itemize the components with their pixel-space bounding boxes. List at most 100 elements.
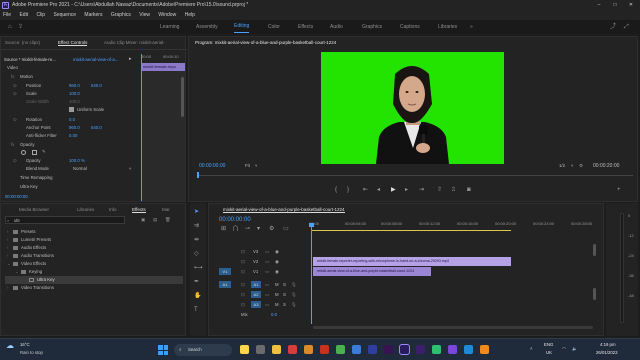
timeline-tab[interactable]: mixkit-aerial-view-of-a-blue-and-purple-… bbox=[223, 207, 345, 213]
app-icon[interactable] bbox=[304, 345, 313, 354]
microphone-icon[interactable]: 🎙 bbox=[291, 292, 296, 298]
track-label-a1[interactable]: A1 bbox=[251, 281, 261, 288]
weather-temp[interactable]: 16°C bbox=[20, 342, 30, 347]
track-select-icon[interactable]: ⇉ bbox=[194, 223, 199, 230]
ripple-edit-icon[interactable]: ⇹ bbox=[194, 237, 199, 244]
menu-view[interactable]: View bbox=[139, 12, 150, 18]
stopwatch-icon[interactable]: ⊙ bbox=[13, 117, 17, 123]
app-icon[interactable] bbox=[464, 345, 473, 354]
slip-tool-icon[interactable]: ⟷ bbox=[194, 265, 203, 272]
mark-in-icon[interactable]: { bbox=[335, 187, 337, 194]
position-x-value[interactable]: 960.0 bbox=[69, 83, 80, 88]
track-label-v3[interactable]: V3 bbox=[253, 249, 258, 254]
work-area-bar[interactable] bbox=[311, 230, 511, 231]
ellipse-mask-icon[interactable] bbox=[21, 150, 26, 155]
chevron-down-icon[interactable]: ▾ bbox=[571, 163, 573, 169]
microphone-icon[interactable]: 🎙 bbox=[291, 282, 296, 288]
timeline-h-scrollbar[interactable] bbox=[313, 326, 593, 329]
settings-wrench-icon[interactable]: ⚙ bbox=[269, 226, 274, 233]
tab-effects[interactable]: Effects bbox=[132, 207, 146, 213]
premiere-taskbar-icon[interactable] bbox=[384, 345, 393, 354]
clip-v1[interactable]: mixkit-aerial-view-of-a-blue-and-purple-… bbox=[313, 267, 431, 276]
lift-icon[interactable]: ⇧ bbox=[437, 187, 442, 194]
eye-icon[interactable]: ◉ bbox=[275, 259, 279, 265]
menu-edit[interactable]: Edit bbox=[19, 12, 28, 18]
tab-markers[interactable]: Mar bbox=[162, 207, 170, 212]
windows-start-icon[interactable] bbox=[158, 345, 168, 355]
fullscreen-icon[interactable]: ⤢ bbox=[624, 20, 629, 34]
file-explorer-icon[interactable] bbox=[272, 345, 281, 354]
sync-lock-icon[interactable]: ▭ bbox=[265, 249, 269, 255]
rotation-value[interactable]: 0.0 bbox=[69, 117, 75, 122]
mark-out-icon[interactable]: } bbox=[347, 187, 349, 194]
sync-lock-icon[interactable]: ▭ bbox=[265, 302, 269, 308]
new-bin-icon[interactable]: ▣ bbox=[141, 217, 145, 223]
folder-video-transitions[interactable]: › Video Transitions bbox=[5, 284, 183, 292]
position-y-value[interactable]: 540.0 bbox=[91, 83, 102, 88]
workspace-graphics[interactable]: Graphics bbox=[362, 20, 382, 34]
tab-audio-clip-mixer[interactable]: Audio Clip Mixer: mixkit-aerial- bbox=[104, 40, 165, 45]
program-timecode-left[interactable]: 00:00:00:00 bbox=[199, 163, 225, 169]
timeline-playhead[interactable] bbox=[311, 226, 312, 324]
menu-window[interactable]: Window bbox=[158, 12, 176, 18]
lock-icon[interactable]: ⊡ bbox=[241, 302, 245, 308]
captions-icon[interactable]: ▭ bbox=[283, 226, 289, 233]
task-view-icon[interactable] bbox=[256, 345, 265, 354]
app-icon[interactable] bbox=[480, 345, 489, 354]
folder-audio-effects[interactable]: › Audio Effects bbox=[5, 244, 183, 252]
add-button-icon[interactable]: + bbox=[617, 187, 621, 194]
ec-clip-bar[interactable]: mixkit-female-repo bbox=[141, 63, 185, 71]
home-icon[interactable]: ⌂ bbox=[8, 24, 12, 30]
solo-button[interactable]: S bbox=[283, 292, 286, 297]
linked-selection-icon[interactable]: ⊸ bbox=[245, 226, 250, 233]
app-icon[interactable] bbox=[416, 345, 425, 354]
resolution-dropdown[interactable]: 1/2 bbox=[559, 163, 565, 168]
tab-media-browser[interactable]: Media Browser bbox=[19, 207, 49, 212]
wifi-icon[interactable]: ◠ bbox=[562, 346, 566, 352]
stopwatch-icon[interactable]: ⊙ bbox=[13, 91, 17, 97]
workspace-captions[interactable]: Captions bbox=[400, 20, 420, 34]
pen-tool-icon[interactable]: ✒ bbox=[194, 279, 199, 286]
workspace-audio[interactable]: Audio bbox=[330, 20, 343, 34]
camera-icon[interactable]: ◙ bbox=[467, 187, 471, 194]
source-patch-a1[interactable]: A1 bbox=[219, 281, 231, 288]
play-icon[interactable]: ▸ bbox=[129, 57, 132, 62]
app-icon[interactable] bbox=[432, 345, 441, 354]
folder-audio-transitions[interactable]: › Audio Transitions bbox=[5, 252, 183, 260]
workspace-editing[interactable]: Editing bbox=[234, 20, 250, 33]
snap-icon[interactable]: ⋂ bbox=[233, 226, 238, 233]
stopwatch-icon[interactable]: ⊙ bbox=[13, 158, 17, 164]
program-title[interactable]: Program: mixkit-aerial-view-of-a-blue-an… bbox=[195, 40, 336, 45]
taskbar-search[interactable]: ⌕ Search bbox=[174, 344, 232, 356]
solo-button[interactable]: S bbox=[283, 282, 286, 287]
mute-button[interactable]: M bbox=[275, 302, 279, 307]
tab-info[interactable]: Info bbox=[109, 207, 117, 212]
antiflicker-value[interactable]: 0.00 bbox=[69, 133, 77, 138]
add-marker-icon[interactable]: ▾ bbox=[257, 226, 260, 233]
workspace-libraries[interactable]: Libraries bbox=[438, 20, 457, 34]
anchor-y-value[interactable]: 540.0 bbox=[91, 125, 102, 130]
import-icon[interactable]: ⇪ bbox=[18, 24, 23, 30]
maximize-icon[interactable]: □ bbox=[608, 0, 622, 11]
lock-icon[interactable]: ⊡ bbox=[241, 259, 245, 265]
workspace-effects[interactable]: Effects bbox=[298, 20, 313, 34]
program-scrubber[interactable] bbox=[197, 175, 633, 176]
source-patch-v1[interactable]: V1 bbox=[219, 268, 231, 275]
lock-icon[interactable]: ⊡ bbox=[241, 269, 245, 275]
step-forward-icon[interactable]: ▸ bbox=[405, 187, 408, 194]
ec-playhead[interactable] bbox=[141, 54, 142, 201]
workspace-learning[interactable]: Learning bbox=[160, 20, 179, 34]
workspace-color[interactable]: Color bbox=[268, 20, 280, 34]
step-back-icon[interactable]: ◂ bbox=[377, 187, 380, 194]
tab-effect-controls[interactable]: Effect Controls bbox=[58, 40, 88, 46]
widgets-icon[interactable] bbox=[240, 345, 249, 354]
tab-libraries[interactable]: Libraries bbox=[77, 207, 94, 212]
opacity-value[interactable]: 100.0 % bbox=[69, 158, 85, 163]
effects-search-box[interactable]: ⌕ ultr bbox=[5, 216, 125, 224]
effects-search-input[interactable]: ultr bbox=[14, 218, 20, 223]
motion-fx-icon[interactable]: fx bbox=[11, 74, 14, 79]
weather-text[interactable]: Rain to stop bbox=[20, 350, 43, 355]
solo-button[interactable]: S bbox=[283, 302, 286, 307]
scale-value[interactable]: 100.0 bbox=[69, 91, 80, 96]
clock-date[interactable]: 26/01/2023 bbox=[596, 350, 618, 355]
